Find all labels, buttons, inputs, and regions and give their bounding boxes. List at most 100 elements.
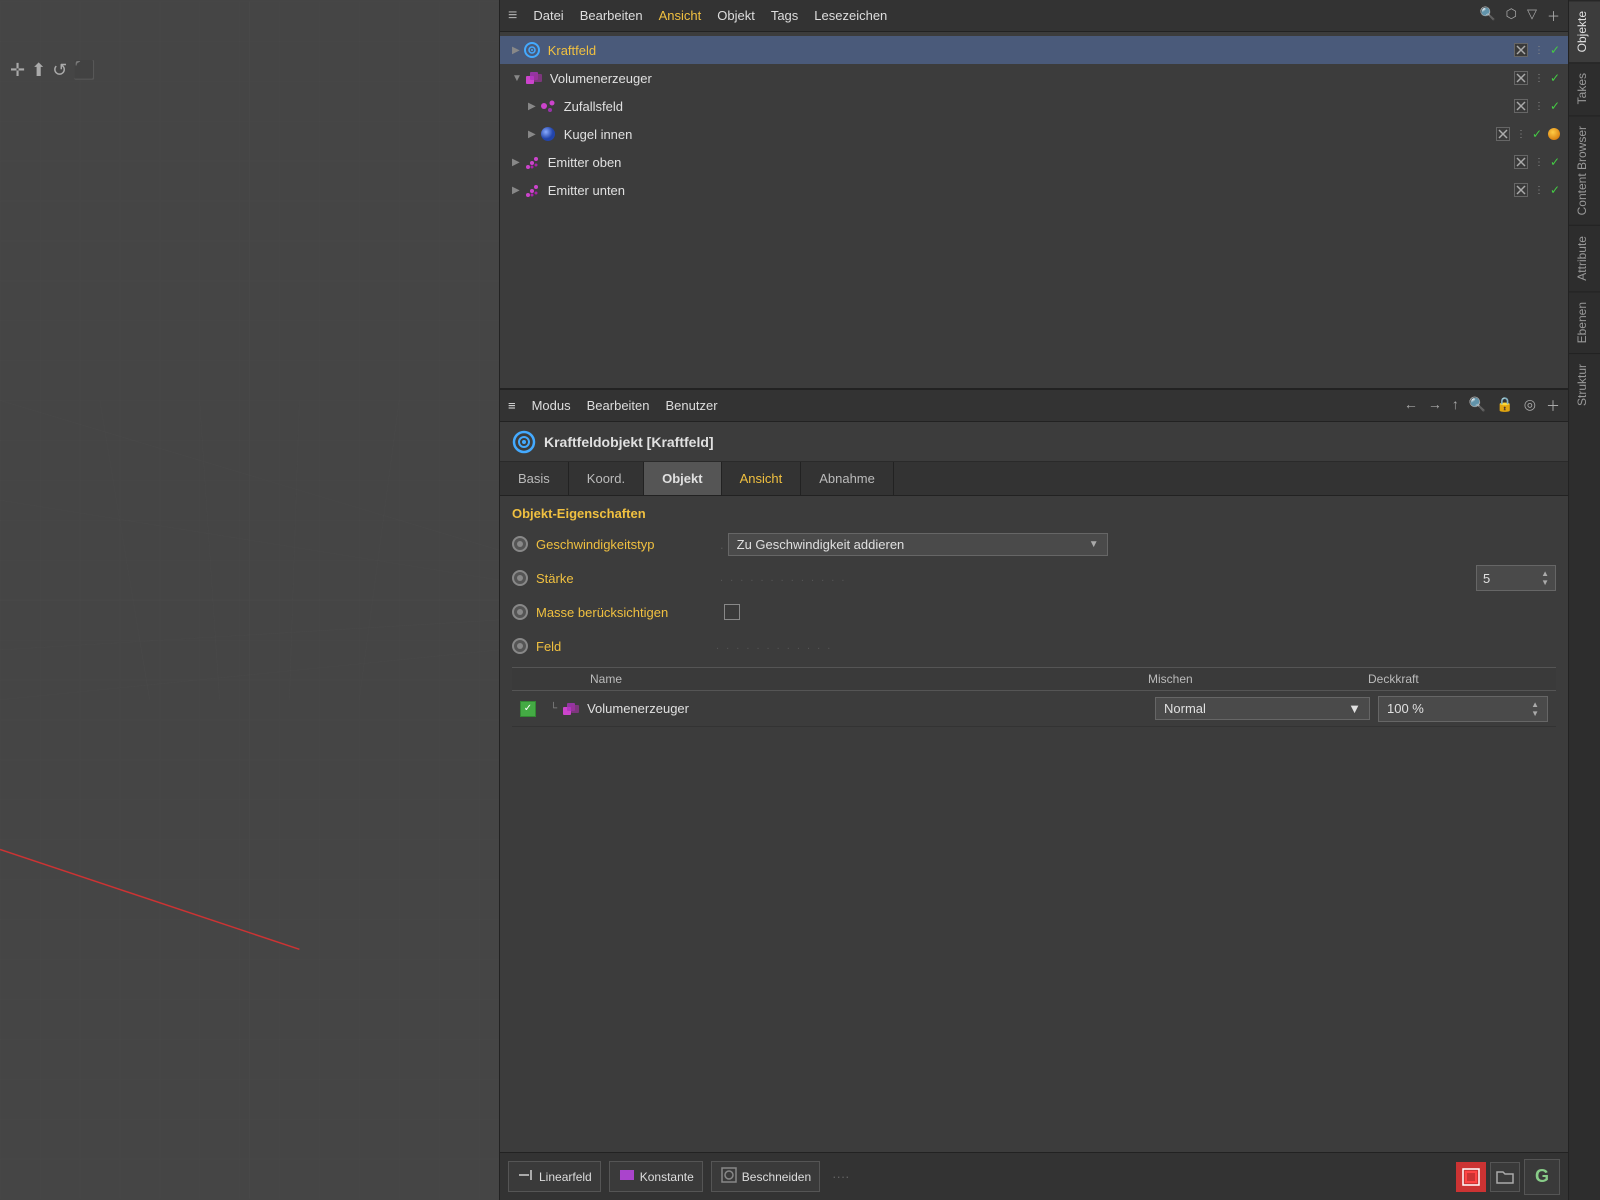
emitter-oben-controls: ⋮ ✓: [1514, 155, 1560, 169]
kugel-tick[interactable]: ✓: [1532, 127, 1542, 141]
viewport-toolbar: ✛ ⬆ ↺ ⬛: [10, 60, 96, 81]
search-icon[interactable]: 🔍: [1479, 6, 1495, 25]
menu-datei[interactable]: Datei: [533, 8, 563, 23]
tool-konstante[interactable]: Konstante: [609, 1161, 703, 1192]
menu-ansicht[interactable]: Ansicht: [659, 8, 702, 23]
panel-container: ≡ Datei Bearbeiten Ansicht Objekt Tags L…: [500, 0, 1568, 1200]
emitter-unten-tick[interactable]: ✓: [1550, 183, 1560, 197]
menu-objekt[interactable]: Objekt: [717, 8, 755, 23]
attr-bearbeiten[interactable]: Bearbeiten: [587, 398, 650, 413]
label-masse: Masse berücksichtigen: [536, 605, 716, 620]
object-manager: ≡ Datei Bearbeiten Ansicht Objekt Tags L…: [500, 0, 1568, 390]
attr-hamburger[interactable]: ≡: [508, 398, 516, 413]
filter2-icon[interactable]: ▽: [1527, 6, 1537, 25]
sidebar-tab-content[interactable]: Content Browser: [1569, 115, 1600, 225]
emitter-unten-visibility[interactable]: [1514, 183, 1528, 197]
kraftfeld-tick[interactable]: ✓: [1550, 43, 1560, 57]
linearfeld-label: Linearfeld: [539, 1170, 592, 1184]
prop-row-feld: Feld . . . . . . . . . . . .: [512, 633, 1556, 659]
sidebar-tab-struktur[interactable]: Struktur: [1569, 353, 1600, 416]
tab-ansicht[interactable]: Ansicht: [722, 462, 802, 495]
field-vol-name: Volumenerzeuger: [587, 701, 1155, 716]
radio-feld[interactable]: [512, 638, 528, 654]
emitter-oben-visibility[interactable]: [1514, 155, 1528, 169]
field-checkbox-vol[interactable]: ✓: [520, 701, 536, 717]
emitter-oben-tick[interactable]: ✓: [1550, 155, 1560, 169]
object-row-volumenerzeuger[interactable]: ▼ Volumenerzeuger ⋮ ✓: [500, 64, 1568, 92]
menu-tags[interactable]: Tags: [771, 8, 798, 23]
field-opacity[interactable]: 100 % ▲ ▼: [1378, 696, 1548, 722]
menu-bearbeiten[interactable]: Bearbeiten: [580, 8, 643, 23]
tab-koord[interactable]: Koord.: [569, 462, 644, 495]
rotate-icon[interactable]: ↺: [52, 60, 67, 81]
record-icon[interactable]: ◎: [1524, 396, 1536, 416]
scale-icon[interactable]: ⬛: [73, 60, 95, 81]
folder-icon: [1495, 1167, 1515, 1187]
sidebar-tab-objekte[interactable]: Objekte: [1569, 0, 1600, 62]
forward-icon[interactable]: →: [1428, 396, 1442, 416]
tab-objekt[interactable]: Objekt: [644, 462, 721, 495]
radio-staerke[interactable]: [512, 570, 528, 586]
up-icon[interactable]: ⬆: [31, 60, 46, 81]
beschneiden-icon: [720, 1166, 738, 1187]
attr-modus[interactable]: Modus: [532, 398, 571, 413]
tab-basis[interactable]: Basis: [500, 462, 569, 495]
field-mix-dropdown[interactable]: Normal ▼: [1155, 697, 1370, 720]
kraftfeld-visibility[interactable]: [1514, 43, 1528, 57]
zufalls-visibility[interactable]: [1514, 99, 1528, 113]
emitter-unten-controls: ⋮ ✓: [1514, 183, 1560, 197]
hamburger-icon[interactable]: ≡: [508, 7, 517, 25]
spinbox-staerke[interactable]: 5 ▲ ▼: [1476, 565, 1556, 591]
header-mix: Mischen: [1148, 672, 1368, 686]
vol-visibility[interactable]: [1514, 71, 1528, 85]
field-row-volumenerzeuger[interactable]: ✓ └ Volumenerzeuger Normal ▼ 100 %: [512, 691, 1556, 727]
radio-geschwindigkeitstyp[interactable]: [512, 536, 528, 552]
sidebar-tab-takes[interactable]: Takes: [1569, 62, 1600, 114]
opacity-arrows[interactable]: ▲ ▼: [1531, 700, 1539, 718]
object-row-emitter-unten[interactable]: ▶ Emitter unten ⋮ ✓: [500, 176, 1568, 204]
dropdown-value: Zu Geschwindigkeit addieren: [737, 537, 905, 552]
menu-lesezeichen[interactable]: Lesezeichen: [814, 8, 887, 23]
kraftfeld-dots: ⋮: [1534, 45, 1544, 56]
label-geschwindigkeitstyp: Geschwindigkeitstyp: [536, 537, 716, 552]
kugel-icon: [538, 124, 558, 144]
mix-value: Normal: [1164, 701, 1206, 716]
konstante-label: Konstante: [640, 1170, 694, 1184]
folder-tool-btn[interactable]: [1490, 1162, 1520, 1192]
move-icon[interactable]: ✛: [10, 60, 25, 81]
object-row-zufallsfeld[interactable]: ▶ Zufallsfeld ⋮ ✓: [500, 92, 1568, 120]
object-row-kraftfeld[interactable]: ▶ Kraftfeld ⋮ ✓: [500, 36, 1568, 64]
section-title: Objekt-Eigenschaften: [512, 506, 1556, 521]
emitter-unten-dots: ⋮: [1534, 185, 1544, 196]
add-icon[interactable]: ＋: [1547, 6, 1560, 25]
sidebar-tab-ebenen[interactable]: Ebenen: [1569, 291, 1600, 353]
attr-add-icon[interactable]: ＋: [1546, 396, 1560, 416]
tab-abnahme[interactable]: Abnahme: [801, 462, 894, 495]
select-tool-btn[interactable]: [1456, 1162, 1486, 1192]
kraftfeld-controls: ⋮ ✓: [1514, 43, 1560, 57]
zufalls-tick[interactable]: ✓: [1550, 99, 1560, 113]
header-name: Name: [590, 672, 1148, 686]
attr-benutzer[interactable]: Benutzer: [666, 398, 718, 413]
linearfeld-icon: [517, 1166, 535, 1187]
sidebar-tab-attribute[interactable]: Attribute: [1569, 225, 1600, 291]
spinbox-arrows[interactable]: ▲ ▼: [1541, 569, 1549, 587]
lock-icon[interactable]: 🔒: [1496, 396, 1513, 416]
object-row-emitter-oben[interactable]: ▶ Emitter oben ⋮ ✓: [500, 148, 1568, 176]
spinbox-value: 5: [1483, 571, 1490, 586]
filter-icon[interactable]: ⬡: [1506, 6, 1517, 25]
radio-masse[interactable]: [512, 604, 528, 620]
g-button[interactable]: G: [1524, 1159, 1560, 1195]
attr-search-icon[interactable]: 🔍: [1469, 396, 1486, 416]
dropdown-geschwindigkeitstyp[interactable]: Zu Geschwindigkeit addieren ▼: [728, 533, 1108, 556]
back-icon[interactable]: ←: [1404, 396, 1418, 416]
kraftfeld-title-icon: [512, 430, 536, 454]
vol-tick[interactable]: ✓: [1550, 71, 1560, 85]
tool-linearfeld[interactable]: Linearfeld: [508, 1161, 601, 1192]
kugel-visibility[interactable]: [1496, 127, 1510, 141]
viewport[interactable]: ✛ ⬆ ↺ ⬛: [0, 0, 500, 1200]
up-nav-icon[interactable]: ↑: [1452, 396, 1459, 416]
checkbox-masse[interactable]: [724, 604, 740, 620]
tool-beschneiden[interactable]: Beschneiden: [711, 1161, 820, 1192]
object-row-kugel-innen[interactable]: ▶ Kugel innen: [500, 120, 1568, 148]
